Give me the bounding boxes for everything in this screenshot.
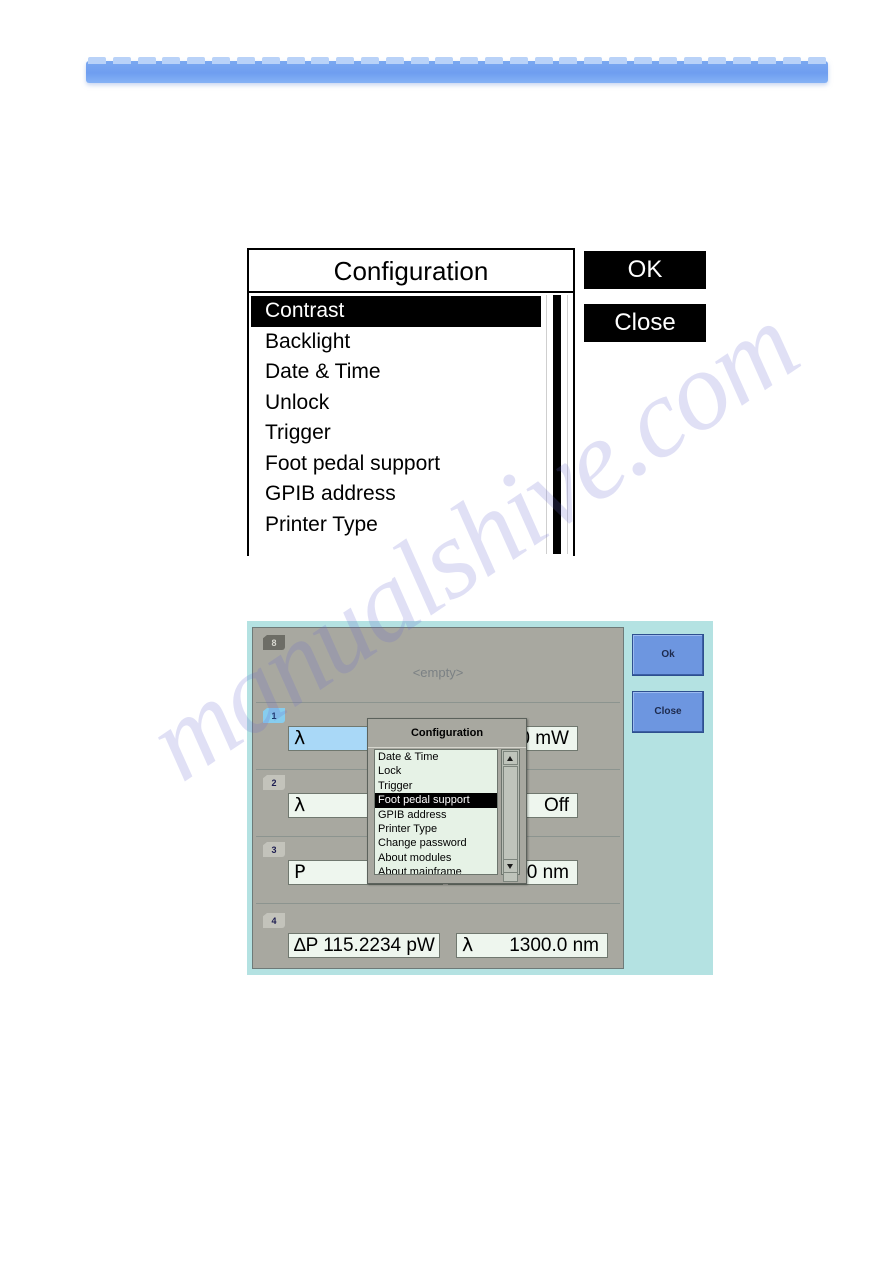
slot-4-wavelength-value: 1300.0 nm [509,935,599,956]
scroll-up-arrow-icon[interactable] [503,751,518,765]
lcd-configuration-menu-list[interactable]: Date & Time Lock Trigger Foot pedal supp… [374,749,498,875]
close-button[interactable]: Close [584,304,706,342]
lcd-panel: 8 <empty> 1 λ 1550.5 1.000 mW 2 λ 13 Off [252,627,624,969]
slot-tab-1[interactable]: 1 [263,708,285,723]
lcd-configuration-popup: Configuration Date & Time Lock Trigger F… [367,718,527,884]
power-symbol-icon: P [294,861,306,883]
page-header-bar [86,57,828,83]
lcd-ok-button[interactable]: Ok [632,634,704,676]
scroll-down-arrow-icon[interactable] [503,859,518,873]
lcd-menu-item-foot-pedal-support[interactable]: Foot pedal support [375,793,497,808]
slot-tab-4[interactable]: 4 [263,913,285,928]
menu-item-printer-type[interactable]: Printer Type [251,510,541,541]
menu-item-unlock[interactable]: Unlock [251,388,541,419]
slot-tab-2[interactable]: 2 [263,775,285,790]
lambda-symbol-icon: λ [294,727,306,749]
figure-monochrome-configuration: Configuration Contrast Backlight Date & … [247,248,706,558]
menu-scrollbar[interactable] [546,295,568,554]
slot-tab-3[interactable]: 3 [263,842,285,857]
slot-4-delta-power-number: 115.2234 pW [323,935,435,956]
lcd-menu-item-printer-type[interactable]: Printer Type [375,822,497,836]
lambda-symbol-icon: λ [294,794,306,816]
lcd-menu-scrollbar[interactable] [501,749,520,882]
lcd-popup-title: Configuration [368,719,526,748]
menu-item-contrast[interactable]: Contrast [251,296,541,327]
configuration-dialog: Configuration Contrast Backlight Date & … [247,248,575,556]
lcd-menu-item-date-time[interactable]: Date & Time [375,750,497,764]
slot-2-state-value: Off [544,795,569,816]
lcd-menu-item-about-mainframe[interactable]: About mainframe [375,865,497,874]
menu-scrollbar-thumb[interactable] [553,295,561,554]
menu-item-foot-pedal-support[interactable]: Foot pedal support [251,449,541,480]
slot-8-empty-label: <empty> [412,665,464,680]
lcd-menu-item-gpib-address[interactable]: GPIB address [375,808,497,822]
dialog-title: Configuration [249,250,573,293]
slot-tab-8[interactable]: 8 [263,635,285,650]
slot-4-wavelength-field[interactable]: λ 1300.0 nm [456,933,608,958]
slot-row-8[interactable]: 8 <empty> [256,631,620,703]
dialog-body: Contrast Backlight Date & Time Unlock Tr… [249,293,573,556]
header-bar-notches [88,57,826,64]
lcd-close-button[interactable]: Close [632,691,704,733]
configuration-menu-list[interactable]: Contrast Backlight Date & Time Unlock Tr… [251,296,541,556]
lcd-menu-item-lock[interactable]: Lock [375,764,497,778]
menu-item-date-time[interactable]: Date & Time [251,357,541,388]
ok-button[interactable]: OK [584,251,706,289]
figure-instrument-lcd: 8 <empty> 1 λ 1550.5 1.000 mW 2 λ 13 Off [247,621,713,975]
slot-4-delta-power-value: ∆P 115.2234 pW [294,934,435,957]
delta-power-symbol-icon: ∆P [294,935,318,956]
menu-item-backlight[interactable]: Backlight [251,327,541,358]
menu-item-trigger[interactable]: Trigger [251,418,541,449]
lcd-menu-item-about-modules[interactable]: About modules [375,851,497,865]
lambda-symbol-icon: λ [462,934,474,956]
slot-4-delta-power-field[interactable]: ∆P 115.2234 pW [288,933,440,958]
lcd-popup-body: Date & Time Lock Trigger Foot pedal supp… [374,749,520,882]
lcd-menu-item-trigger[interactable]: Trigger [375,779,497,793]
lcd-menu-item-change-password[interactable]: Change password [375,836,497,850]
menu-item-gpib-address[interactable]: GPIB address [251,479,541,510]
slot-row-4[interactable]: 4 ∆P 115.2234 pW λ 1300.0 nm [256,909,620,967]
